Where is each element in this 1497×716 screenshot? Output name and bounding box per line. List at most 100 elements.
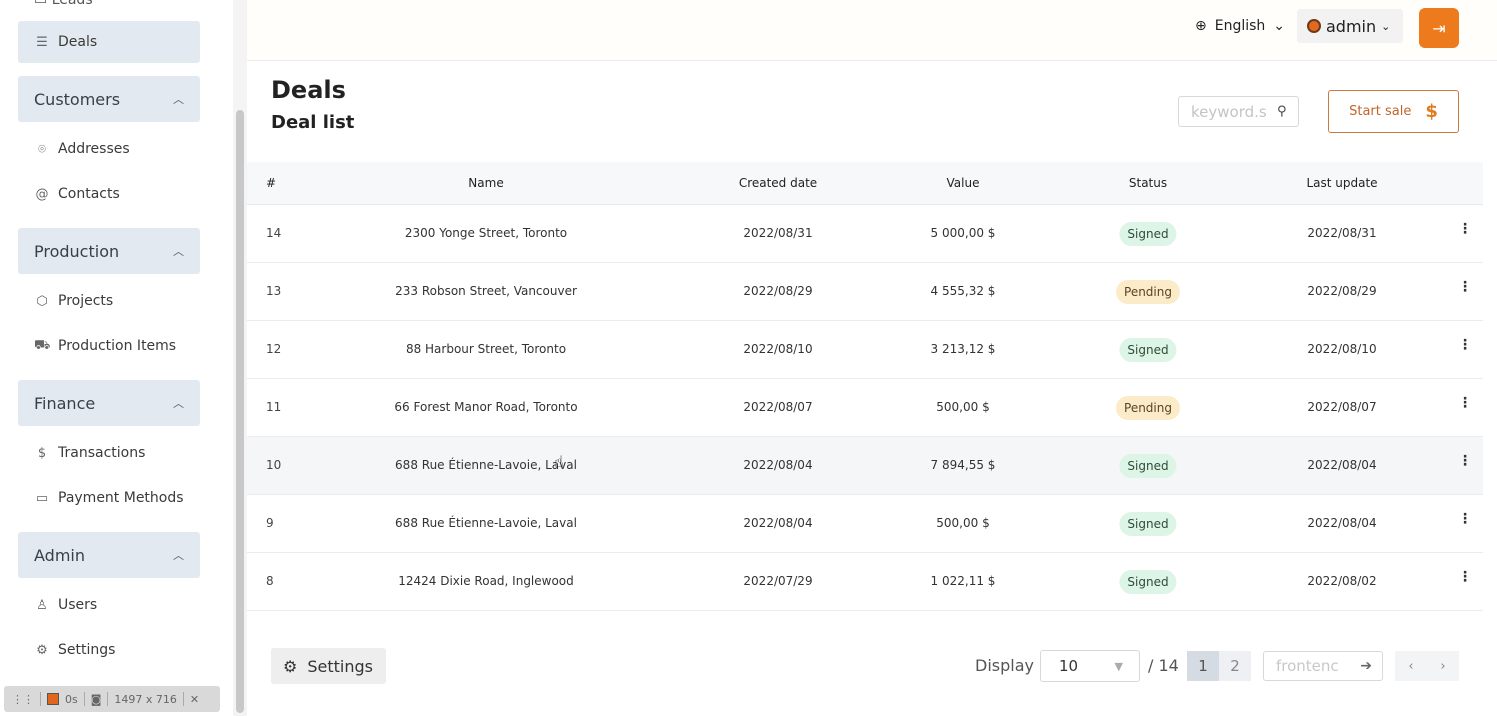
more-options-icon[interactable]: ⋮ — [1458, 511, 1472, 527]
dollar-icon: $ — [37, 445, 47, 461]
sidebar-group-finance[interactable]: Finance ︿ — [18, 380, 200, 426]
sidebar-item-transactions[interactable]: $ Transactions — [18, 432, 200, 474]
column-header-name[interactable]: Name — [468, 176, 503, 190]
location-pin-icon: ⌾ — [38, 141, 46, 157]
cell-created-date: 2022/07/29 — [743, 574, 813, 588]
sidebar-item-deals[interactable]: ☰ Deals — [18, 21, 200, 63]
column-header-last-update[interactable]: Last update — [1306, 176, 1377, 190]
status-badge: Signed — [1119, 570, 1177, 594]
sidebar-item-settings[interactable]: ⚙ Settings — [18, 629, 200, 671]
page-button-2[interactable]: 2 — [1219, 651, 1251, 681]
page-button-1[interactable]: 1 — [1187, 651, 1219, 681]
more-options-icon[interactable]: ⋮ — [1458, 337, 1472, 353]
user-menu[interactable]: admin ⌄ — [1297, 9, 1403, 43]
list-icon: ☰ — [36, 34, 48, 50]
cell-value: 5 000,00 $ — [930, 226, 996, 240]
more-options-icon[interactable]: ⋮ — [1458, 221, 1472, 237]
cell-number: 10 — [266, 458, 282, 472]
cell-name: 688 Rue Étienne-Lavoie, Laval — [395, 516, 577, 530]
chevron-up-icon: ︿ — [173, 93, 184, 106]
logout-button[interactable]: ⇥ — [1419, 8, 1459, 48]
sidebar-item-label: Payment Methods — [58, 490, 184, 506]
cell-name: 233 Robson Street, Vancouver — [395, 284, 577, 298]
sidebar-group-production[interactable]: Production ︿ — [18, 228, 200, 274]
language-selector[interactable]: ⊕ English ⌄ — [1195, 18, 1285, 34]
dollar-icon: $ — [1425, 101, 1438, 122]
more-options-icon[interactable]: ⋮ — [1458, 395, 1472, 411]
sidebar-item-users[interactable]: ♙ Users — [18, 584, 200, 626]
status-badge: Pending — [1116, 396, 1180, 420]
start-sale-button[interactable]: Start sale $ — [1328, 90, 1459, 133]
close-icon[interactable]: ✕ — [190, 693, 199, 706]
column-header-status[interactable]: Status — [1129, 176, 1167, 190]
table-row[interactable]: 12 88 Harbour Street, Toronto 2022/08/10 3 … — [247, 321, 1483, 379]
avatar — [1307, 19, 1321, 33]
table-row[interactable]: 10 688 Rue Étienne-Lavoie, Laval 2022/08/0… — [247, 437, 1483, 495]
sidebar: ▭ Leads ☰ Deals Customers ︿ ⌾ Addresses … — [0, 0, 233, 716]
cell-name: 12424 Dixie Road, Inglewood — [398, 574, 574, 588]
cell-last-update: 2022/08/31 — [1307, 226, 1377, 240]
status-badge: Signed — [1119, 222, 1177, 246]
app-root: ▭ Leads ☰ Deals Customers ︿ ⌾ Addresses … — [0, 0, 1497, 716]
table-row[interactable]: 8 12424 Dixie Road, Inglewood 2022/07/29 1 … — [247, 553, 1483, 611]
sidebar-item-label: Addresses — [58, 141, 130, 157]
cell-value: 7 894,55 $ — [930, 458, 996, 472]
cell-created-date: 2022/08/10 — [743, 342, 813, 356]
user-name: admin — [1326, 16, 1377, 36]
logout-icon: ⇥ — [1432, 18, 1446, 38]
recorder-size: 1497 x 716 — [114, 692, 177, 706]
table-row[interactable]: 14 2300 Yonge Street, Toronto 2022/08/31 5 … — [247, 205, 1483, 263]
language-label: English — [1214, 18, 1266, 34]
cell-value: 500,00 $ — [936, 516, 990, 530]
table-row[interactable]: 9 688 Rue Étienne-Lavoie, Laval 2022/08/04… — [247, 495, 1483, 553]
more-options-icon[interactable]: ⋮ — [1458, 569, 1472, 585]
cell-number: 13 — [266, 284, 282, 298]
sidebar-item-leads[interactable]: ▭ Leads — [34, 0, 93, 8]
sidebar-item-projects[interactable]: ⬡ Projects — [18, 280, 200, 322]
chevron-down-icon: ▼ — [1114, 659, 1123, 673]
start-sale-label: Start sale — [1349, 104, 1412, 119]
sidebar-item-contacts[interactable]: @ Contacts — [18, 173, 200, 215]
search-icon[interactable]: ⚲ — [1277, 104, 1287, 119]
recorder-time: 0s — [65, 692, 78, 706]
next-page-button[interactable]: › — [1427, 651, 1459, 681]
table-settings-button[interactable]: ⚙ Settings — [271, 648, 386, 684]
sidebar-item-payment-methods[interactable]: ▭ Payment Methods — [18, 477, 200, 519]
table-row[interactable]: 11 66 Forest Manor Road, Toronto 2022/08/0… — [247, 379, 1483, 437]
globe-icon: ⊕ — [1195, 18, 1207, 34]
prev-page-button[interactable]: ‹ — [1395, 651, 1427, 681]
sidebar-group-customers[interactable]: Customers ︿ — [18, 76, 200, 122]
user-icon: ♙ — [36, 597, 48, 613]
more-options-icon[interactable]: ⋮ — [1458, 453, 1472, 469]
sidebar-scrollbar[interactable] — [233, 0, 247, 716]
arrow-right-circle-icon[interactable]: ➔ — [1360, 658, 1372, 674]
drag-handle-icon[interactable]: ⋮⋮ — [12, 693, 34, 706]
chevron-up-icon: ︿ — [173, 549, 184, 562]
status-badge: Signed — [1119, 338, 1177, 362]
display-label: Display — [975, 656, 1034, 675]
cell-created-date: 2022/08/31 — [743, 226, 813, 240]
column-header-created-date[interactable]: Created date — [739, 176, 817, 190]
chevron-up-icon: ︿ — [173, 397, 184, 410]
page-size-select[interactable]: 10 ▼ — [1040, 650, 1140, 682]
table-row[interactable]: 13 233 Robson Street, Vancouver 2022/08/29… — [247, 263, 1483, 321]
at-sign-icon: @ — [35, 186, 49, 202]
sidebar-item-addresses[interactable]: ⌾ Addresses — [18, 128, 200, 170]
sidebar-group-admin[interactable]: Admin ︿ — [18, 532, 200, 578]
sidebar-item-production-items[interactable]: ⛟ Production Items — [18, 325, 200, 367]
sidebar-group-label: Customers — [34, 89, 121, 109]
sidebar-item-label: Users — [58, 597, 98, 613]
deals-table: # Name Created date Value Status Last up… — [247, 162, 1483, 611]
credit-card-icon: ▭ — [35, 490, 49, 506]
camera-icon[interactable]: ◙ — [91, 693, 102, 706]
more-options-icon[interactable]: ⋮ — [1458, 279, 1472, 295]
column-header-number[interactable]: # — [266, 176, 276, 190]
column-header-value[interactable]: Value — [947, 176, 980, 190]
sidebar-group-label: Finance — [34, 393, 96, 413]
record-stop-icon[interactable] — [47, 693, 59, 705]
search-input[interactable] — [1191, 102, 1277, 121]
cell-last-update: 2022/08/10 — [1307, 342, 1377, 356]
status-badge: Signed — [1119, 454, 1177, 478]
scrollbar-thumb[interactable] — [236, 110, 244, 713]
goto-page-input[interactable] — [1276, 657, 1346, 675]
